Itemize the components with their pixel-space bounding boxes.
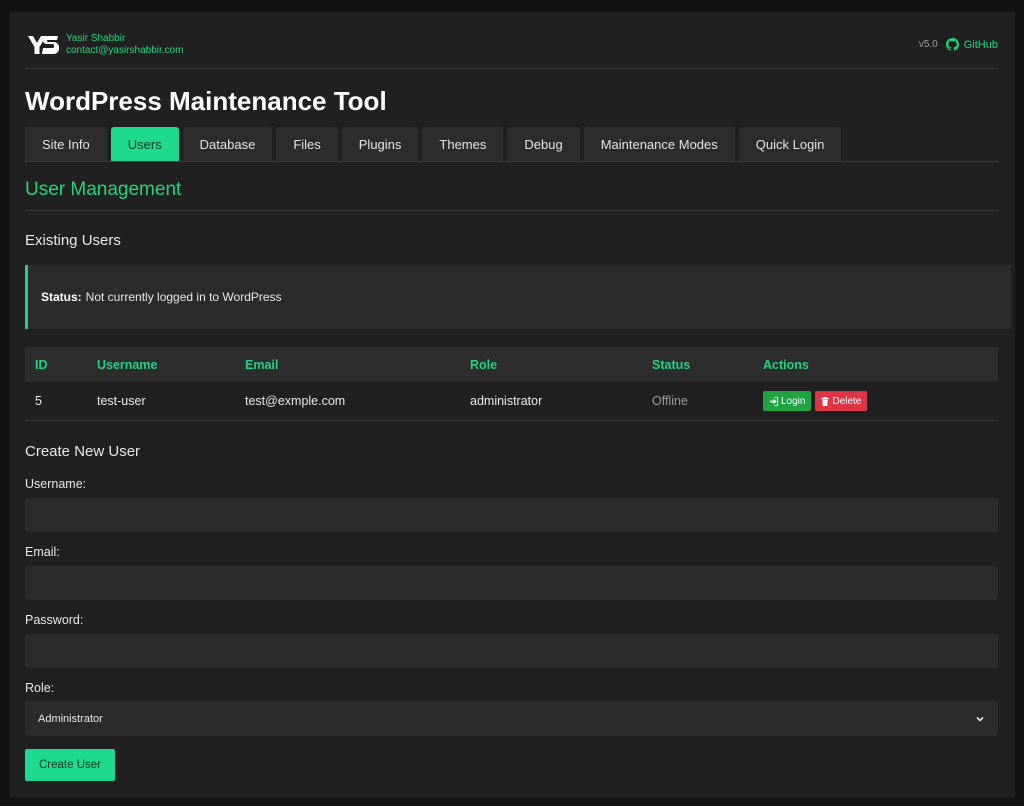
author-name: Yasir Shabbir [66,33,126,44]
table-row: 5 test-user test@exmple.com administrato… [25,382,998,421]
col-role: Role [460,347,642,382]
status-text: Not currently logged in to WordPress [85,290,282,304]
role-selected-value: Administrator [38,712,103,725]
tab-debug[interactable]: Debug [507,127,580,161]
cell-email: test@exmple.com [235,382,460,421]
col-username: Username [87,347,235,382]
page-title: WordPress Maintenance Tool [25,86,387,116]
ys-logo [28,36,59,54]
author-email[interactable]: contact@yasirshabbir.com [66,45,183,57]
tab-database[interactable]: Database [182,127,273,161]
cell-username: test-user [87,382,235,421]
table-header-row: ID Username Email Role Status Actions [25,347,998,382]
app-window: Yasir Shabbir contact@yasirshabbir.com v… [10,12,1015,798]
tab-maintenance-modes[interactable]: Maintenance Modes [583,127,735,161]
col-status: Status [642,347,753,382]
delete-button[interactable]: Delete [815,391,868,411]
tab-quick-login[interactable]: Quick Login [738,127,842,161]
status-label: Status: [41,290,82,304]
existing-users-heading: Existing Users [25,232,121,249]
password-input[interactable] [25,634,998,668]
email-input[interactable] [25,566,998,600]
username-input[interactable] [25,498,998,532]
tab-themes[interactable]: Themes [422,127,504,161]
section-title: User Management [25,179,182,200]
role-label: Role: [25,681,55,695]
github-link[interactable]: GitHub [945,38,998,51]
col-actions: Actions [753,347,998,382]
top-right: v5.0 GitHub [919,38,998,51]
trash-icon [821,396,830,406]
users-table: ID Username Email Role Status Actions 5 … [25,347,998,421]
github-label: GitHub [963,38,998,51]
col-email: Email [235,347,460,382]
tab-bar: Site Info Users Database Files Plugins T… [25,127,998,162]
login-button-label: Login [781,395,806,407]
author-info: Yasir Shabbir contact@yasirshabbir.com [66,33,183,57]
cell-id: 5 [25,382,87,421]
tab-files[interactable]: Files [276,127,338,161]
login-button[interactable]: Login [763,391,812,411]
delete-button-label: Delete [832,395,862,407]
cell-actions: Login Delete [753,382,998,421]
col-id: ID [25,347,87,382]
cell-role: administrator [460,382,642,421]
version-label: v5.0 [918,39,938,50]
login-status-notice: Status: Not currently logged in to WordP… [25,265,1011,329]
sign-in-icon [769,396,778,406]
username-label: Username: [25,477,87,491]
tab-users[interactable]: Users [110,127,179,161]
cell-status: Offline [642,382,753,421]
tab-site-info[interactable]: Site Info [25,127,107,161]
section-divider [25,210,998,211]
chevron-down-icon [976,716,984,722]
create-user-button[interactable]: Create User [25,749,115,781]
tab-plugins[interactable]: Plugins [341,127,419,161]
email-label: Email: [25,545,60,559]
top-bar: Yasir Shabbir contact@yasirshabbir.com v… [25,32,998,69]
password-label: Password: [25,613,84,627]
create-user-heading: Create New User [25,443,141,460]
role-select[interactable]: Administrator [25,701,998,736]
github-icon [945,38,959,51]
